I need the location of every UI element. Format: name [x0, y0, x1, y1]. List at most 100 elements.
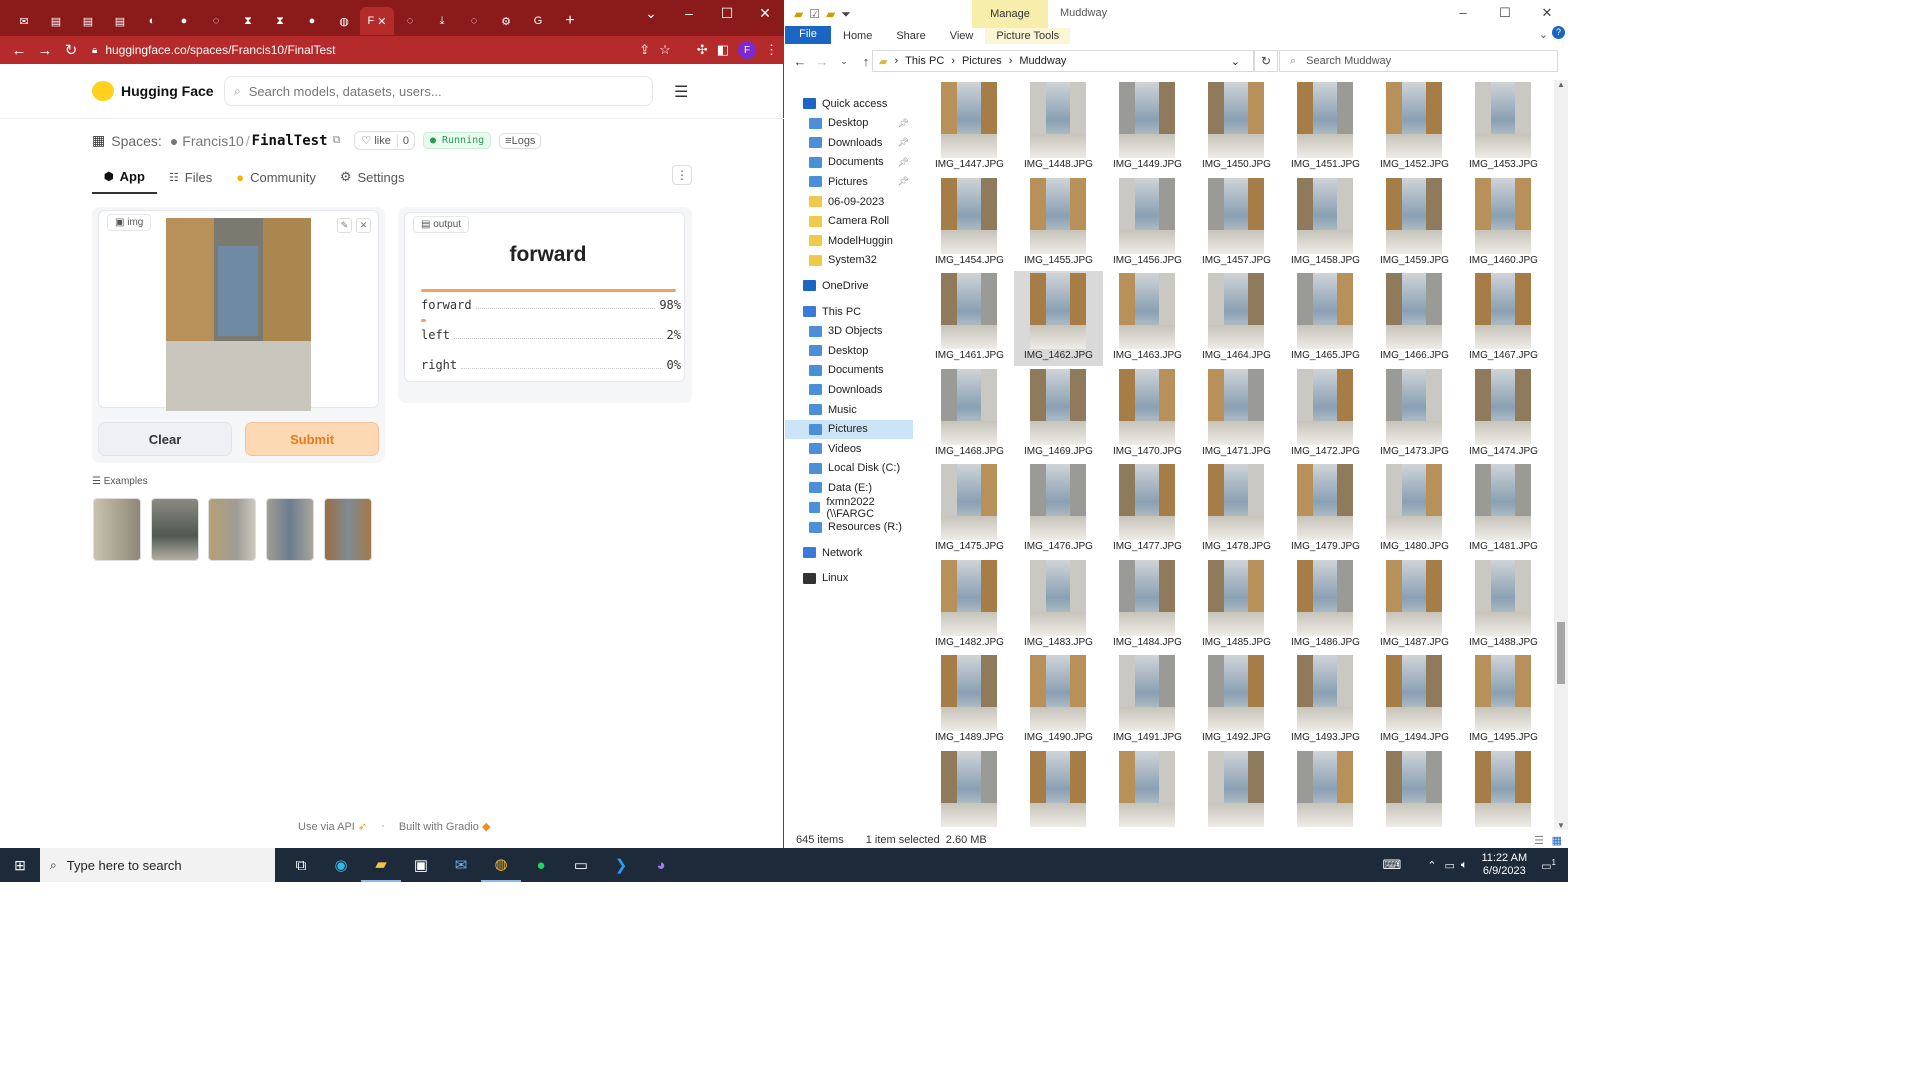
store-icon[interactable]: ▣ [401, 848, 441, 882]
windows-start-icon[interactable]: ⊞ [0, 857, 40, 874]
nav-item[interactable]: Downloads 📌︎ [785, 133, 913, 152]
docs-tab-icon[interactable]: ▤ [104, 7, 136, 35]
docs-tab-icon[interactable]: ▤ [72, 7, 104, 35]
site-tab-icon[interactable]: ◍ [328, 7, 360, 35]
close-window-button[interactable]: ✕ [1526, 0, 1568, 26]
forward-icon[interactable]: → [811, 54, 833, 69]
clock[interactable]: 11:22 AM 6/9/2023 [1481, 852, 1527, 878]
profile-avatar[interactable]: F [738, 41, 756, 59]
tab-files[interactable]: ☷ Files [157, 160, 224, 194]
ribbon-file-tab[interactable]: File [785, 26, 831, 44]
edit-pencil-icon[interactable]: ✎ [337, 218, 352, 233]
github-desktop-icon[interactable]: ◕ [641, 848, 681, 882]
share-icon[interactable]: ⇪ [639, 42, 650, 58]
file-item[interactable]: IMG_1487.JPG [1370, 558, 1459, 653]
ribbon-home-tab[interactable]: Home [831, 28, 884, 44]
file-item[interactable]: IMG_1472.JPG [1281, 367, 1370, 462]
space-name[interactable]: FinalTest [252, 133, 328, 149]
example-thumbnail[interactable] [208, 498, 256, 561]
explorer-search-input[interactable]: ⌕ Search Muddway [1279, 50, 1558, 72]
file-item[interactable]: IMG_1465.JPG [1281, 271, 1370, 366]
nav-item[interactable]: Local Disk (C:) [785, 459, 913, 478]
edge-icon[interactable]: ◉ [321, 848, 361, 882]
expand-ribbon-icon[interactable]: ⌄ [1539, 28, 1548, 41]
chrome-icon[interactable]: ◍ [481, 848, 521, 882]
file-item[interactable]: IMG_1450.JPG [1192, 80, 1281, 175]
file-item[interactable]: IMG_1470.JPG [1103, 367, 1192, 462]
address-dropdown-icon[interactable]: ⌄ [1231, 55, 1240, 68]
file-item[interactable] [1192, 749, 1281, 833]
file-item[interactable]: IMG_1486.JPG [1281, 558, 1370, 653]
nav-item[interactable]: Resources (R:) [785, 518, 913, 537]
tab-community[interactable]: ● Community [224, 160, 328, 194]
tab-settings[interactable]: ⚙ Settings [328, 160, 417, 194]
like-button[interactable]: ♡ like 0 [354, 131, 415, 150]
clear-image-close-icon[interactable]: ✕ [356, 218, 371, 233]
forward-icon[interactable]: → [32, 42, 58, 59]
reload-icon[interactable]: ↻ [58, 41, 84, 59]
file-item[interactable]: IMG_1478.JPG [1192, 462, 1281, 557]
file-item[interactable]: IMG_1451.JPG [1281, 80, 1370, 175]
manage-ribbon-context[interactable]: Manage [972, 0, 1048, 28]
tab-search-icon[interactable]: ⌄ [632, 0, 670, 28]
help-icon[interactable]: ? [1552, 26, 1565, 39]
nav-item[interactable]: System32 [785, 251, 913, 270]
close-tab-icon[interactable]: ✕ [377, 15, 386, 28]
file-item[interactable]: IMG_1488.JPG [1459, 558, 1548, 653]
bookmark-star-icon[interactable]: ☆ [659, 42, 671, 58]
maximize-button[interactable]: ☐ [708, 0, 746, 28]
file-item[interactable]: IMG_1459.JPG [1370, 176, 1459, 271]
file-item[interactable]: IMG_1495.JPG [1459, 653, 1548, 748]
file-item[interactable]: IMG_1462.JPG [1014, 271, 1103, 366]
file-item[interactable]: IMG_1452.JPG [1370, 80, 1459, 175]
taskbar-search-input[interactable]: ⌕ Type here to search [40, 848, 275, 882]
file-item[interactable]: IMG_1479.JPG [1281, 462, 1370, 557]
nav-item[interactable]: Documents 📌︎ [785, 153, 913, 172]
file-item[interactable] [1103, 749, 1192, 833]
tab-app[interactable]: ⬢ App [92, 160, 157, 194]
use-via-api-link[interactable]: Use via API ➶ [298, 820, 367, 833]
nav-item[interactable]: 06-09-2023 [785, 192, 913, 211]
volume-icon[interactable]: 🔈︎ [1461, 859, 1468, 872]
file-item[interactable]: IMG_1458.JPG [1281, 176, 1370, 271]
file-item[interactable]: IMG_1467.JPG [1459, 271, 1548, 366]
minimize-button[interactable]: – [1442, 0, 1484, 26]
file-item[interactable]: IMG_1474.JPG [1459, 367, 1548, 462]
file-item[interactable]: IMG_1492.JPG [1192, 653, 1281, 748]
hamburger-menu-icon[interactable]: ☰ [674, 82, 688, 102]
large-icons-view-icon[interactable]: ▦ [1552, 834, 1562, 847]
site-tab-icon[interactable]: ◐ [136, 7, 168, 35]
notification-center-icon[interactable]: ▭1 [1541, 858, 1556, 873]
nav-item[interactable]: Network [785, 543, 913, 562]
hf-search-input[interactable]: ⌕ Search models, datasets, users... [224, 76, 653, 106]
loading-tab-icon[interactable]: ◌ [394, 7, 426, 35]
task-view-icon[interactable]: ⧉ [281, 848, 321, 882]
image-input-block[interactable]: ▣ img ✎ ✕ [98, 210, 379, 411]
nav-item[interactable]: Quick access [785, 94, 913, 113]
extensions-puzzle-icon[interactable]: ✣ [697, 42, 708, 58]
file-item[interactable]: IMG_1466.JPG [1370, 271, 1459, 366]
nav-item[interactable]: Videos [785, 439, 913, 458]
keyboard-icon[interactable]: ⌨ [1382, 857, 1401, 873]
ribbon-picture-tools-tab[interactable]: Picture Tools [985, 28, 1071, 44]
file-item[interactable]: IMG_1493.JPG [1281, 653, 1370, 748]
file-item[interactable]: IMG_1455.JPG [1014, 176, 1103, 271]
hf-logo[interactable]: Hugging Face [92, 81, 214, 101]
file-item[interactable]: IMG_1490.JPG [1014, 653, 1103, 748]
file-item[interactable]: IMG_1476.JPG [1014, 462, 1103, 557]
file-item[interactable]: IMG_1457.JPG [1192, 176, 1281, 271]
nav-item[interactable]: Music [785, 400, 913, 419]
nav-item[interactable]: Camera Roll [785, 212, 913, 231]
file-item[interactable]: IMG_1480.JPG [1370, 462, 1459, 557]
breadcrumb-item[interactable]: This PC [905, 55, 944, 67]
file-item[interactable]: IMG_1448.JPG [1014, 80, 1103, 175]
hourglass-tab-icon[interactable]: ⧗ [232, 7, 264, 35]
file-item[interactable]: IMG_1460.JPG [1459, 176, 1548, 271]
file-item[interactable]: IMG_1469.JPG [1014, 367, 1103, 462]
file-item[interactable]: IMG_1473.JPG [1370, 367, 1459, 462]
example-thumbnail[interactable] [151, 498, 199, 561]
address-bar[interactable]: 🔒︎ huggingface.co/spaces/Francis10/Final… [92, 39, 572, 61]
active-tab[interactable]: F ✕ [360, 7, 394, 35]
maximize-button[interactable]: ☐ [1484, 0, 1526, 26]
new-folder-icon[interactable]: ▰ [826, 7, 835, 22]
